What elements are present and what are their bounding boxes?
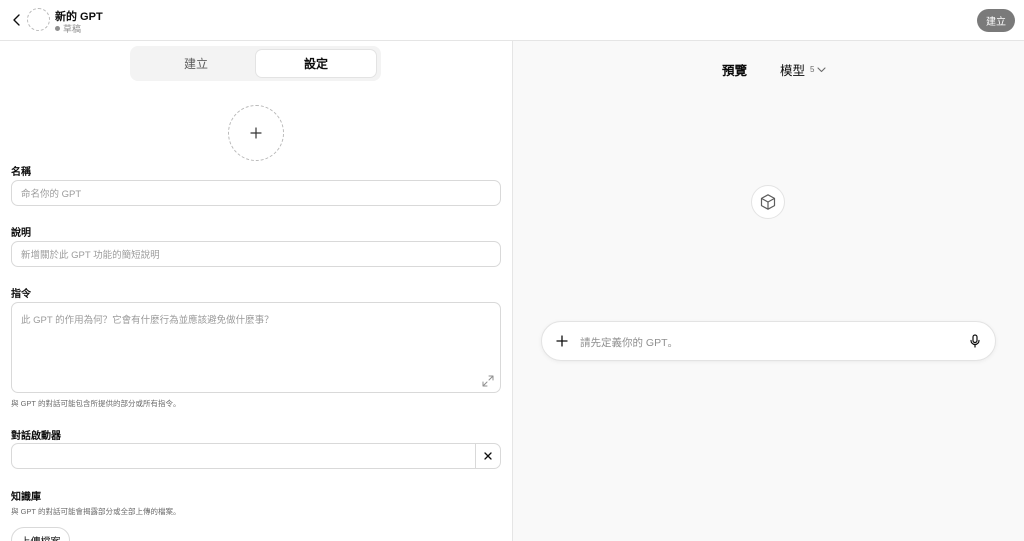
knowledge-label: 知識庫: [11, 492, 41, 503]
model-selector[interactable]: 模型 5: [780, 60, 827, 79]
close-icon: [484, 452, 492, 460]
tab-create[interactable]: 建立: [136, 50, 256, 77]
description-placeholder: 新增關於此 GPT 功能的簡短說明: [21, 250, 160, 261]
create-button[interactable]: 建立: [977, 9, 1015, 32]
plus-icon: [556, 335, 568, 347]
preview-panel: 預覽 模型 5 請先定義你的 GPT。: [513, 41, 1024, 541]
upload-files-button[interactable]: 上傳檔案: [11, 527, 70, 541]
composer-add-button[interactable]: [553, 332, 571, 350]
configure-panel: 建立 設定 名稱 命名你的 GPT 說明 新增關於此 GPT 功能的簡短說明 指…: [0, 41, 512, 541]
instructions-label: 指令: [11, 289, 31, 300]
draft-status-label: 草稿: [63, 24, 82, 34]
chevron-down-icon: [817, 66, 827, 72]
mode-tabs: 建立 設定: [130, 46, 381, 81]
composer-placeholder: 請先定義你的 GPT。: [580, 337, 679, 349]
chevron-left-icon: [12, 14, 20, 26]
add-gpt-image-button[interactable]: [228, 105, 284, 161]
instructions-placeholder: 此 GPT 的作用為何？它會有什麼行為並應該避免做什麼事？: [21, 315, 274, 326]
plus-icon: [250, 127, 262, 139]
instructions-hint: 與 GPT 的對話可能包含所提供的部分或所有指令。: [11, 399, 181, 408]
conversation-starters-label: 對話啟動器: [11, 431, 61, 442]
name-field[interactable]: 命名你的 GPT: [11, 180, 501, 206]
back-button[interactable]: [8, 11, 24, 29]
message-composer[interactable]: 請先定義你的 GPT。: [541, 321, 996, 361]
expand-icon[interactable]: [482, 375, 494, 387]
description-field[interactable]: 新增關於此 GPT 功能的簡短說明: [11, 241, 501, 267]
status-dot-icon: [55, 26, 60, 31]
name-label: 名稱: [11, 167, 31, 178]
gpt-avatar[interactable]: [27, 8, 50, 31]
gpt-placeholder-badge: [751, 185, 785, 219]
microphone-button[interactable]: [966, 332, 984, 350]
model-label: 模型: [780, 64, 806, 78]
tab-settings[interactable]: 設定: [256, 50, 376, 77]
conversation-starter-input[interactable]: [11, 443, 501, 469]
top-bar: 新的 GPT 草稿 建立: [0, 0, 1024, 41]
model-version: 5: [810, 65, 815, 74]
name-placeholder: 命名你的 GPT: [21, 189, 82, 200]
draft-status: 草稿: [55, 22, 81, 35]
clear-starter-button[interactable]: [475, 444, 500, 468]
knowledge-hint: 與 GPT 的對話可能會揭露部分或全部上傳的檔案。: [11, 507, 181, 516]
cube-icon: [760, 194, 776, 210]
description-label: 說明: [11, 228, 31, 239]
instructions-field[interactable]: 此 GPT 的作用為何？它會有什麼行為並應該避免做什麼事？: [11, 302, 501, 393]
microphone-icon: [970, 334, 980, 348]
preview-title: 預覽: [722, 64, 748, 78]
